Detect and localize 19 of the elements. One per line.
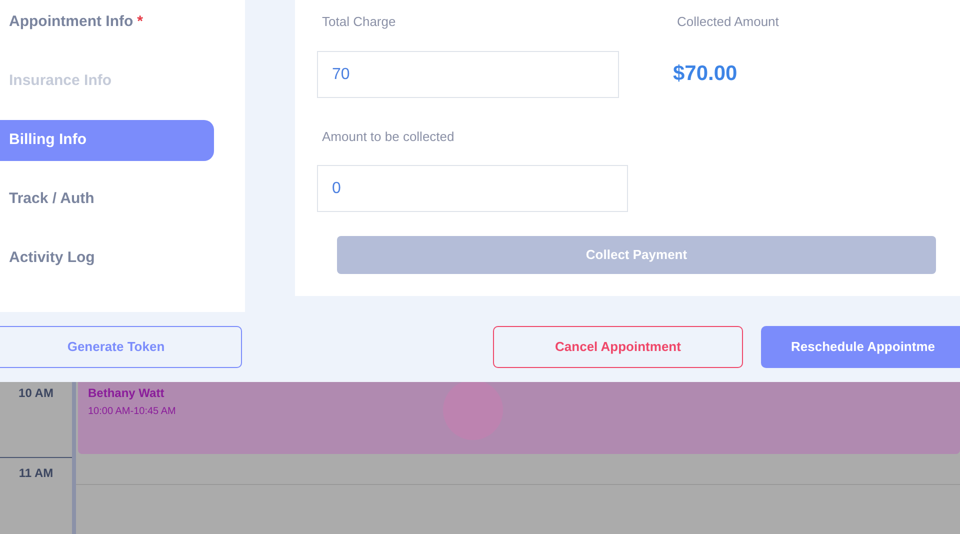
reschedule-button[interactable]: Reschedule Appointme	[761, 326, 960, 368]
field-label: Total Charge	[322, 13, 396, 31]
required-asterisk-icon: *	[137, 11, 143, 34]
hour-label: 10 AM	[18, 385, 54, 402]
hour-label: 11 AM	[18, 465, 54, 482]
event-time: 10:00 AM-10:45 AM	[88, 405, 177, 419]
sidebar-item[interactable]: Activity Log	[0, 238, 214, 279]
field-label: Amount to be collected	[322, 128, 454, 146]
sidebar-item[interactable]: Track / Auth	[0, 179, 214, 220]
cancel-button[interactable]: Cancel Appointment	[493, 326, 743, 368]
appointment-event[interactable]: Bethany Watt 10:00 AM-10:45 AM	[78, 382, 960, 454]
sidebar-item[interactable]: Billing Info	[0, 120, 214, 161]
generate-token-button[interactable]: Generate Token	[0, 326, 242, 368]
field-label: Collected Amount	[677, 13, 779, 31]
input-field[interactable]: 0	[317, 165, 628, 212]
input-field[interactable]: 70	[317, 51, 619, 98]
sidebar-item[interactable]: Appointment Info *	[0, 2, 214, 43]
event-title: Bethany Watt	[88, 385, 166, 402]
collected-amount: $70.00	[673, 61, 738, 87]
